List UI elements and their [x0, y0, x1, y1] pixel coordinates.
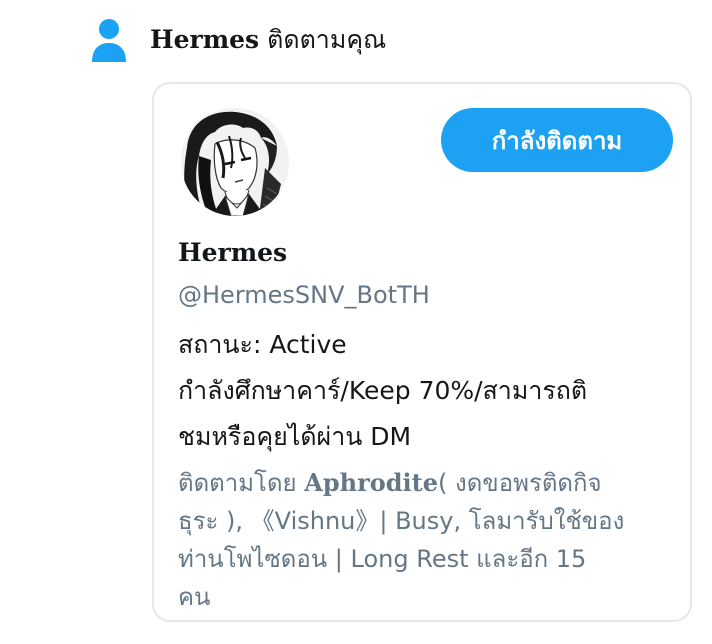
followed-by-prefix: ติดตามโดย	[178, 469, 305, 497]
followed-by-line: ธุระ ), 《Vishnu》| Busy, โลมารับใช้ของ	[178, 507, 625, 535]
bio-line: สถานะ: Active	[178, 330, 347, 359]
person-icon	[92, 19, 126, 62]
followed-by-line: คน	[178, 583, 211, 611]
bio-line: กำลังศึกษาคาร์/Keep 70%/สามารถติ	[178, 376, 588, 405]
avatar[interactable]	[181, 108, 289, 216]
bio-line: ชมหรือคุยได้ผ่าน DM	[178, 422, 412, 451]
action-text: ติดตามคุณ	[267, 25, 387, 54]
profile-card[interactable]: กำลังติดตาม Hermes @HermesSNV_BotTH สถาน…	[152, 82, 692, 622]
following-button[interactable]: กำลังติดตาม	[441, 108, 673, 172]
followed-by-first-name[interactable]: Aphrodite	[304, 468, 438, 497]
profile-display-name[interactable]: Hermes	[178, 237, 287, 269]
followed-by[interactable]: ติดตามโดย Aphrodite( งดขอพรติดกิจ ธุระ )…	[178, 464, 678, 616]
actor-name[interactable]: Hermes	[150, 25, 259, 54]
notification-text: Hermes ติดตามคุณ	[150, 24, 386, 56]
notification-page: Hermes ติดตามคุณ กำลังติดตาม Hermes @Her…	[0, 0, 712, 644]
followed-by-line: ติดตามโดย Aphrodite( งดขอพรติดกิจ	[178, 464, 678, 502]
followed-by-line1-rest: ( งดขอพรติดกิจ	[438, 469, 602, 497]
avatar-image	[181, 108, 289, 216]
follow-notification[interactable]: Hermes ติดตามคุณ	[90, 18, 386, 62]
profile-handle[interactable]: @HermesSNV_BotTH	[178, 279, 430, 311]
followed-by-line: ท่านโพไซดอน | Long Rest และอีก 15	[178, 545, 587, 573]
profile-bio: สถานะ: Active กำลังศึกษาคาร์/Keep 70%/สา…	[178, 322, 678, 460]
